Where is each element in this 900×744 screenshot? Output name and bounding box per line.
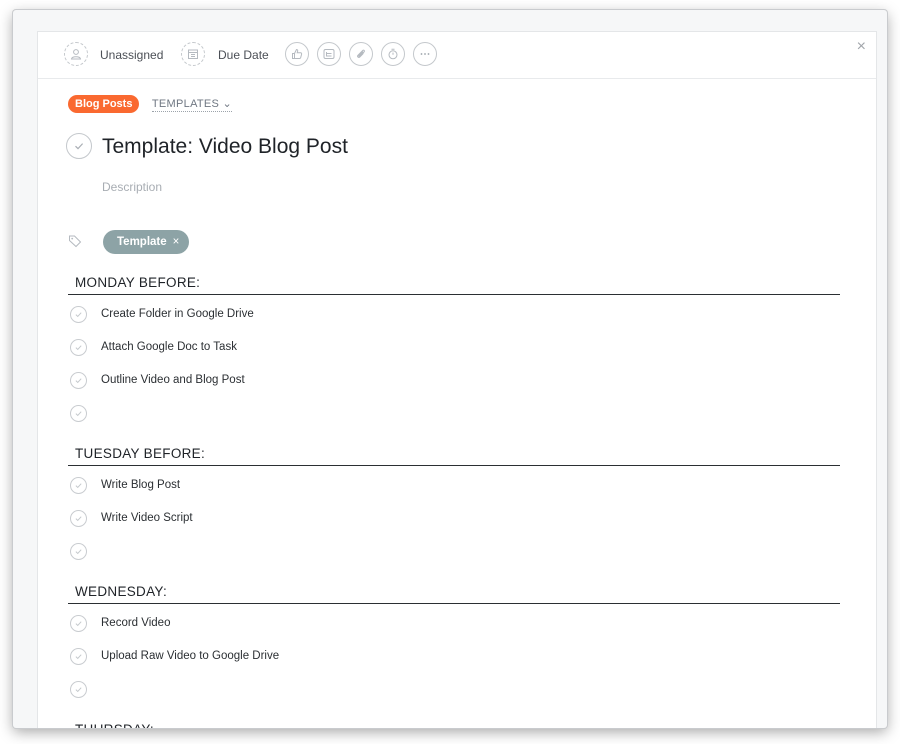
- check-icon: [75, 516, 82, 522]
- attachment-icon: [357, 49, 365, 58]
- checklist-item[interactable]: Write Blog Post: [68, 473, 840, 506]
- more-icon: [420, 53, 430, 55]
- check-icon: [75, 654, 82, 660]
- assignee-label[interactable]: Unassigned: [100, 48, 163, 62]
- check-icon: [75, 687, 82, 693]
- check-icon: [75, 621, 82, 627]
- due-date-button[interactable]: [181, 42, 205, 66]
- checklist-checkbox[interactable]: [70, 405, 87, 422]
- checklist-item[interactable]: [68, 401, 840, 434]
- tag-icon[interactable]: [68, 234, 82, 248]
- complete-task-button[interactable]: [66, 133, 92, 159]
- checklist-item-text[interactable]: Upload Raw Video to Google Drive: [101, 650, 279, 662]
- assignee-button[interactable]: [64, 42, 88, 66]
- checklist-item[interactable]: Upload Raw Video to Google Drive: [68, 644, 840, 677]
- more-actions-button[interactable]: [413, 42, 437, 66]
- section-header: THURSDAY:: [68, 722, 840, 728]
- checklist-item[interactable]: Attach Google Doc to Task: [68, 335, 840, 368]
- checklist-checkbox[interactable]: [70, 510, 87, 527]
- checklist-item-text[interactable]: Write Video Script: [101, 512, 193, 524]
- check-icon: [75, 411, 82, 417]
- check-icon: [75, 549, 82, 555]
- remove-tag-icon[interactable]: ×: [173, 236, 180, 248]
- check-icon: [75, 312, 82, 318]
- template-tag[interactable]: Template ×: [103, 230, 190, 254]
- checklist-checkbox[interactable]: [70, 477, 87, 494]
- section-header: TUESDAY BEFORE:: [68, 446, 840, 466]
- description-field[interactable]: Description: [102, 180, 162, 194]
- template-tag-label: Template: [117, 236, 167, 248]
- checklist-checkbox[interactable]: [70, 648, 87, 665]
- section-header: MONDAY BEFORE:: [68, 275, 840, 295]
- section-header: WEDNESDAY:: [68, 584, 840, 604]
- templates-dropdown[interactable]: TEMPLATES ⌄: [151, 97, 233, 112]
- subtask-button[interactable]: [317, 42, 341, 66]
- checklist-checkbox[interactable]: [70, 372, 87, 389]
- check-icon: [75, 483, 82, 489]
- checklist-item[interactable]: [68, 677, 840, 710]
- close-icon[interactable]: ×: [857, 38, 866, 56]
- like-button[interactable]: [285, 42, 309, 66]
- project-badge[interactable]: Blog Posts: [68, 95, 140, 113]
- like-icon: [292, 48, 303, 59]
- checklist-checkbox[interactable]: [70, 543, 87, 560]
- checklist-checkbox[interactable]: [70, 615, 87, 632]
- check-icon: [75, 378, 82, 384]
- checklist-item-text[interactable]: Write Blog Post: [101, 479, 180, 491]
- task-title[interactable]: Template: Video Blog Post: [102, 135, 348, 159]
- checklist-item[interactable]: Record Video: [68, 611, 840, 644]
- task-detail-pane: Unassigned Due Date × Blog Posts TEMPLAT…: [38, 32, 876, 728]
- checklist-item[interactable]: [68, 539, 840, 572]
- check-icon: [75, 345, 82, 351]
- checklist-checkbox[interactable]: [70, 339, 87, 356]
- attachment-button[interactable]: [349, 42, 373, 66]
- checklist-checkbox[interactable]: [70, 306, 87, 323]
- task-toolbar: Unassigned Due Date ×: [38, 32, 876, 79]
- timer-icon: [388, 48, 398, 60]
- checklist-item[interactable]: Create Folder in Google Drive: [68, 302, 840, 335]
- user-icon: [70, 49, 82, 60]
- checklist-item[interactable]: Write Video Script: [68, 506, 840, 539]
- checklist-checkbox[interactable]: [70, 681, 87, 698]
- checklist-item-text[interactable]: Record Video: [101, 617, 170, 629]
- check-icon: [75, 143, 84, 150]
- checklist-item-text[interactable]: Outline Video and Blog Post: [101, 374, 245, 386]
- checklist-item-text[interactable]: Attach Google Doc to Task: [101, 341, 237, 353]
- calendar-icon: [188, 49, 198, 59]
- task-window: Unassigned Due Date × Blog Posts TEMPLAT…: [13, 10, 887, 728]
- task-description-body: MONDAY BEFORE: Create Folder in Google Dr…: [68, 275, 840, 728]
- checklist-item-text[interactable]: Create Folder in Google Drive: [101, 308, 254, 320]
- subtask-icon: [323, 49, 335, 59]
- project-row: Blog Posts TEMPLATES ⌄: [68, 95, 233, 113]
- checklist-item[interactable]: Outline Video and Blog Post: [68, 368, 840, 401]
- timer-button[interactable]: [381, 42, 405, 66]
- due-date-label[interactable]: Due Date: [218, 48, 269, 62]
